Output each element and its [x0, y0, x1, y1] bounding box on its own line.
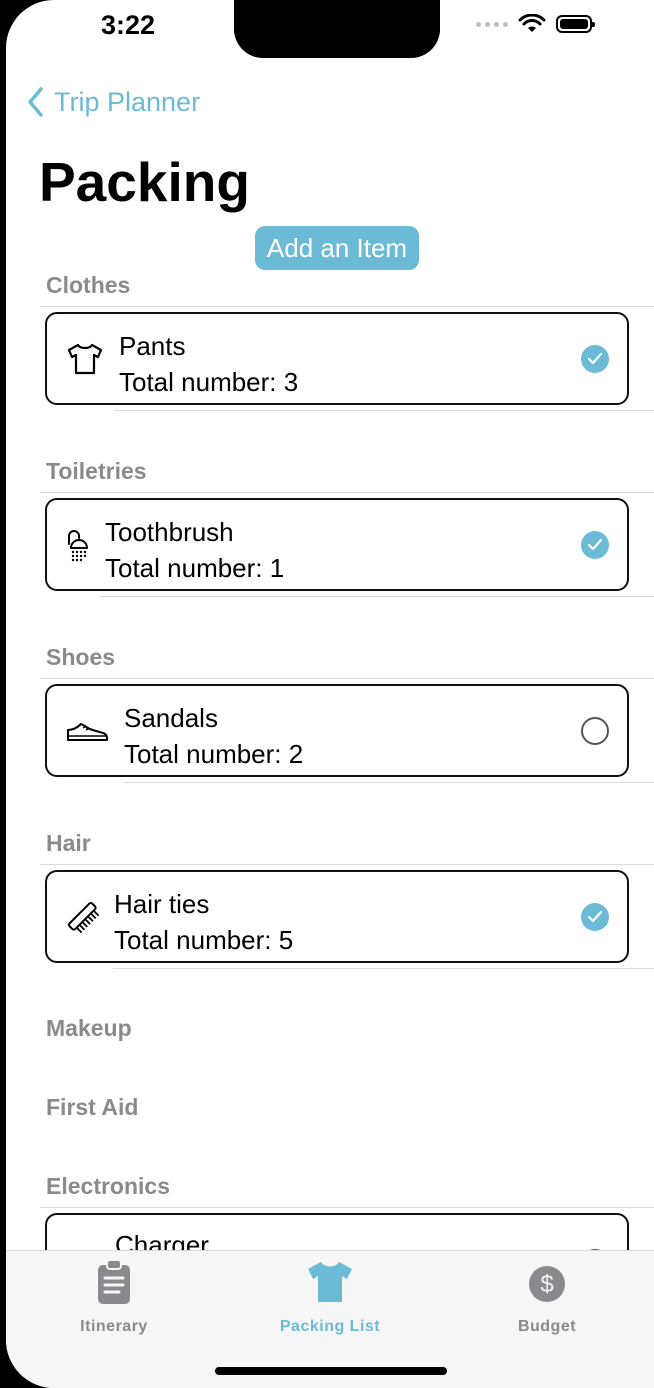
clipboard-icon — [98, 1259, 130, 1304]
tshirt-icon — [308, 1262, 352, 1302]
comb-icon — [67, 901, 100, 933]
item-name: Sandals — [124, 703, 218, 733]
battery-icon — [556, 15, 595, 33]
divider — [40, 864, 654, 865]
tab-label: Itinerary — [80, 1318, 148, 1335]
chevron-left-icon — [28, 87, 43, 117]
checked-checkbox[interactable] — [581, 902, 609, 931]
page-title: Packing — [39, 151, 250, 213]
divider — [114, 410, 654, 411]
checkmark-icon — [587, 910, 603, 922]
packing-item-card[interactable]: Hair ties Total number: 5 — [45, 870, 629, 963]
divider — [123, 782, 654, 783]
unchecked-checkbox[interactable] — [581, 716, 609, 745]
tshirt-icon — [67, 343, 103, 374]
tab-packing-list[interactable]: Packing List — [250, 1259, 410, 1336]
back-button-label: Trip Planner — [54, 86, 201, 117]
section-header-first-aid: First Aid — [46, 1094, 139, 1120]
tab-itinerary[interactable]: Itinerary — [34, 1259, 194, 1336]
tab-label: Budget — [517, 1318, 577, 1335]
checked-checkbox[interactable] — [581, 530, 609, 559]
add-item-button[interactable]: Add an Item — [255, 226, 419, 270]
section-header-makeup: Makeup — [46, 1015, 132, 1041]
checkmark-icon — [587, 538, 603, 550]
back-button[interactable]: Trip Planner — [26, 86, 200, 118]
divider — [40, 1207, 654, 1208]
packing-item-card[interactable]: Pants Total number: 3 — [45, 312, 629, 405]
dollar-circle-icon: $ — [529, 1266, 565, 1302]
section-header-electronics: Electronics — [46, 1173, 170, 1199]
item-count: Total number: 5 — [114, 925, 294, 955]
shower-icon — [68, 529, 88, 561]
shoe-icon — [67, 722, 108, 741]
divider — [40, 306, 654, 307]
divider — [113, 968, 654, 969]
section-header-toiletries: Toiletries — [46, 458, 147, 484]
dynamic-island — [234, 0, 440, 58]
app-screen: 3:22 Trip Planner Packing Add an Item Cl… — [6, 0, 654, 1388]
divider — [40, 492, 654, 493]
home-indicator — [215, 1367, 447, 1375]
divider — [40, 678, 654, 679]
packing-item-card[interactable]: Sandals Total number: 2 — [45, 684, 629, 777]
divider — [100, 596, 654, 597]
checkmark-icon — [587, 352, 603, 364]
status-time: 3:22 — [101, 10, 156, 40]
section-header-hair: Hair — [46, 830, 91, 856]
tab-label: Packing List — [279, 1318, 381, 1335]
svg-text:$: $ — [540, 1271, 553, 1298]
item-name: Hair ties — [114, 889, 210, 919]
item-name: Toothbrush — [105, 517, 234, 547]
item-count: Total number: 1 — [105, 553, 285, 583]
cellular-signal-icon — [476, 21, 508, 27]
wifi-icon — [518, 14, 546, 32]
item-count: Total number: 2 — [124, 739, 304, 769]
packing-item-card[interactable]: Toothbrush Total number: 1 — [45, 498, 629, 591]
section-header-shoes: Shoes — [46, 644, 116, 670]
status-icons — [476, 14, 595, 34]
item-count: Total number: 3 — [119, 367, 299, 397]
section-header-clothes: Clothes — [46, 272, 131, 298]
checked-checkbox[interactable] — [581, 344, 609, 373]
tab-budget[interactable]: $ Budget — [467, 1259, 627, 1336]
item-name: Pants — [119, 331, 186, 361]
